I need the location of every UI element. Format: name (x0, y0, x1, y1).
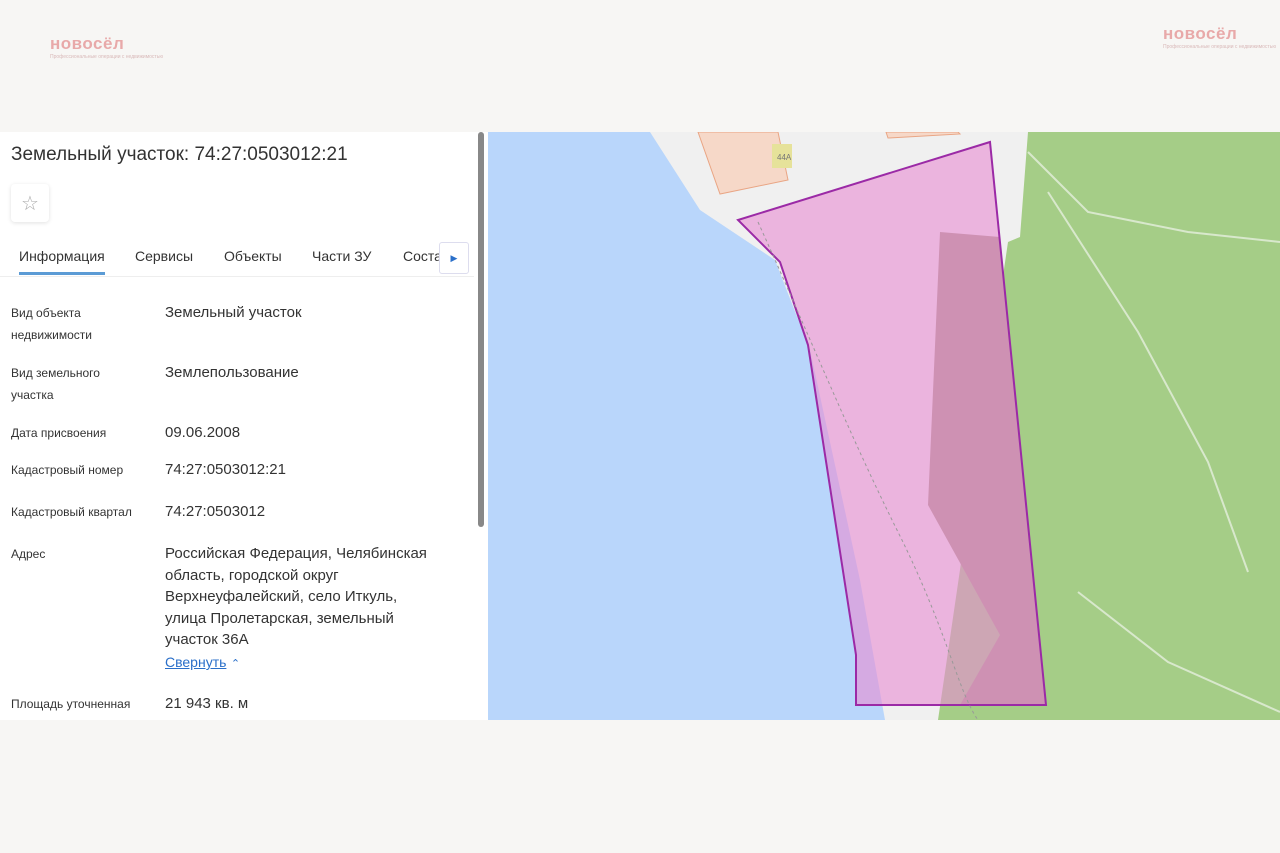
chevron-up-icon: ⌃ (230, 658, 241, 670)
tab-objects[interactable]: Объекты (224, 248, 282, 264)
watermark-logo: новосёл Профессиональные операции с недви… (50, 34, 164, 60)
field-label: Площадь уточненная (11, 697, 131, 711)
page-title: Земельный участок: 74:27:0503012:21 (11, 144, 348, 165)
field-value: Земельный участок (165, 304, 302, 321)
field-label: Адрес (11, 547, 46, 561)
map-canvas: 44А (488, 131, 1280, 721)
field-label: Вид объекта недвижимости (11, 306, 92, 342)
scrollbar[interactable] (478, 132, 484, 527)
info-panel: Земельный участок: 74:27:0503012:21 ☆ Ин… (0, 132, 488, 720)
field-value: 21 943 кв. м (165, 695, 249, 712)
collapse-link[interactable]: Свернуть (165, 654, 226, 670)
tabs-next-button[interactable]: ▶ (439, 242, 469, 274)
field-label: Вид земельного участка (11, 366, 100, 402)
cadastral-map[interactable]: 44А (488, 131, 1280, 721)
watermark-logo: новосёл Профессиональные операции с недви… (1163, 24, 1277, 50)
field-value: Землепользование (165, 364, 299, 381)
tab-bar: Информация Сервисы Объекты Части ЗУ Сост… (0, 240, 474, 277)
tab-services[interactable]: Сервисы (135, 248, 193, 264)
favorite-star-button[interactable]: ☆ (11, 184, 49, 222)
star-icon: ☆ (21, 192, 39, 215)
field-value: 74:27:0503012 (165, 503, 266, 520)
building-label: 44А (777, 153, 792, 162)
field-label: Дата присвоения (11, 426, 107, 440)
field-value: 09.06.2008 (165, 424, 241, 441)
field-value: 74:27:0503012:21 (165, 461, 286, 478)
field-value: Российская Федерация, Челябинская област… (165, 545, 427, 648)
caret-right-icon: ▶ (450, 252, 458, 263)
tab-info[interactable]: Информация (19, 248, 105, 275)
other-plot (885, 131, 962, 139)
tab-composition[interactable]: Соста (403, 248, 442, 264)
field-label: Кадастровый номер (11, 463, 124, 477)
field-label: Кадастровый квартал (11, 505, 132, 519)
tab-parts[interactable]: Части ЗУ (312, 248, 371, 264)
